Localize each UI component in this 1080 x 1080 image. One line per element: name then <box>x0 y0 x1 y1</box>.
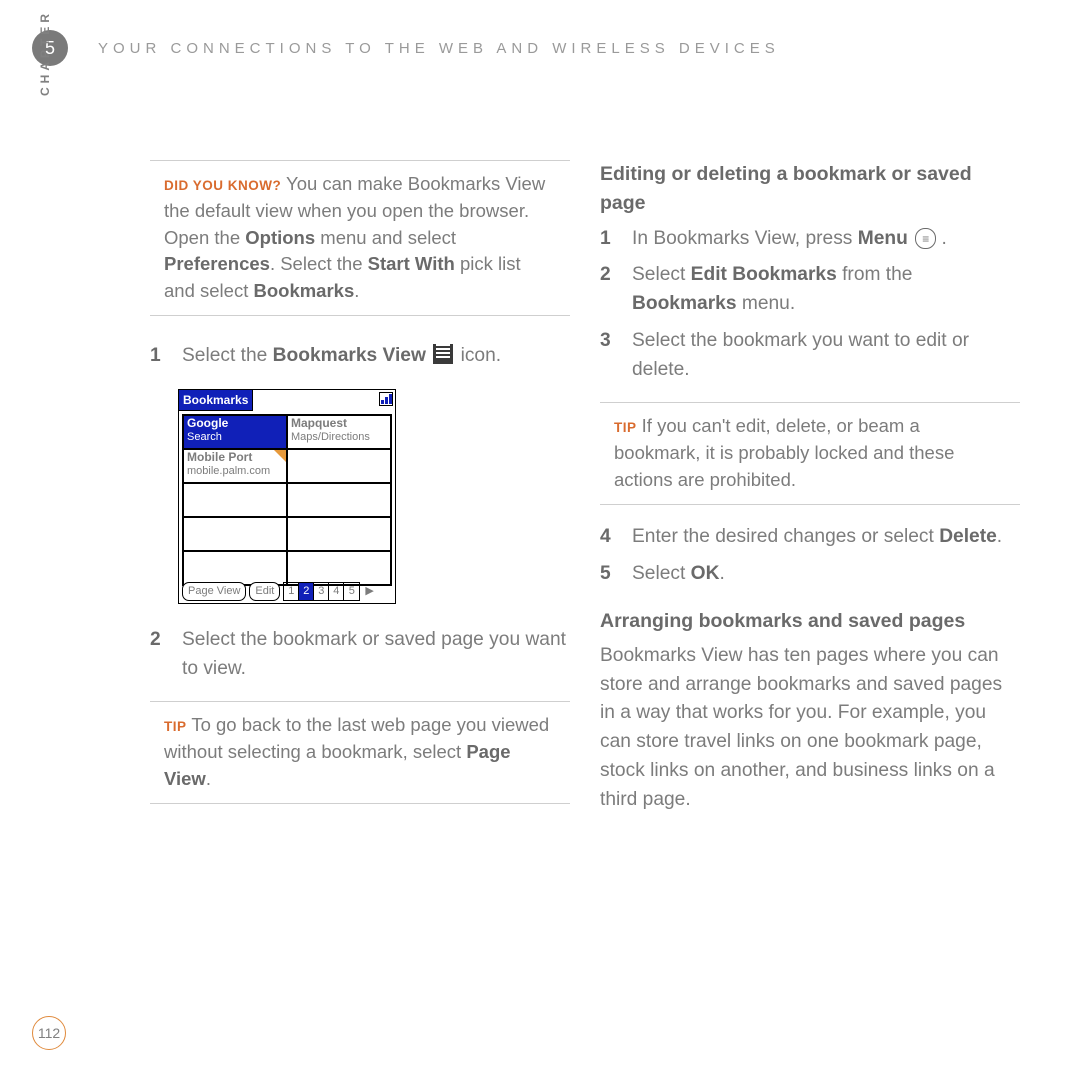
t: from the <box>837 264 913 285</box>
signal-icon <box>379 392 393 406</box>
section-heading-editing: Editing or deleting a bookmark or saved … <box>600 160 1020 219</box>
bookmark-cell-empty[interactable] <box>183 483 287 517</box>
bookmark-cell-mapquest[interactable]: MapquestMaps/Directions <box>287 415 391 449</box>
right-step-3: 3 Select the bookmark you want to edit o… <box>600 327 1020 385</box>
bookmark-cell-mobileport[interactable]: Mobile Portmobile.palm.com <box>183 449 287 483</box>
step-text: Select the bookmark you want to edit or … <box>632 327 1020 385</box>
left-step-1: 1 Select the Bookmarks View icon. <box>150 342 570 371</box>
page-view-button[interactable]: Page View <box>182 582 246 601</box>
right-step-5: 5 Select OK. <box>600 560 1020 589</box>
right-step-4: 4 Enter the desired changes or select De… <box>600 523 1020 552</box>
right-step-1: 1 In Bookmarks View, press Menu ≡ . <box>600 225 1020 254</box>
t: Edit Bookmarks <box>691 264 837 285</box>
dyk-label: DID YOU KNOW? <box>164 178 281 193</box>
t: Menu <box>858 228 908 249</box>
menu-key-icon: ≡ <box>915 228 936 249</box>
page-tabs: 1 2 3 4 5 <box>283 582 360 601</box>
t: Enter the desired changes or select <box>632 526 939 547</box>
dyk-text5: . <box>354 280 359 301</box>
page-tab-5[interactable]: 5 <box>344 583 359 600</box>
page-tab-3[interactable]: 3 <box>314 583 329 600</box>
edit-button[interactable]: Edit <box>249 582 280 601</box>
t: . <box>936 228 947 249</box>
bookmark-cell-empty[interactable] <box>287 449 391 483</box>
t: icon. <box>461 345 502 366</box>
content-area: DID YOU KNOW? You can make Bookmarks Vie… <box>150 160 1050 830</box>
tip-label: TIP <box>614 420 637 435</box>
t: OK <box>691 563 720 584</box>
t: menu. <box>737 293 796 314</box>
t: Bookmarks <box>632 293 737 314</box>
t: Search <box>187 431 283 444</box>
t: Google <box>187 417 283 431</box>
t: Select the <box>182 345 273 366</box>
step-num: 5 <box>600 560 618 589</box>
palm-title: Bookmarks <box>179 390 253 411</box>
did-you-know-callout: DID YOU KNOW? You can make Bookmarks Vie… <box>150 160 570 316</box>
right-step-2: 2 Select Edit Bookmarks from the Bookmar… <box>600 261 1020 319</box>
t: . <box>997 526 1002 547</box>
palm-bottom-bar: Page View Edit 1 2 3 4 5 ▶ <box>182 582 392 601</box>
left-step-2: 2 Select the bookmark or saved page you … <box>150 626 570 684</box>
page-tab-4[interactable]: 4 <box>329 583 344 600</box>
t: Select <box>632 264 691 285</box>
t: . <box>719 563 724 584</box>
saved-page-dogear-icon <box>274 450 286 462</box>
chapter-label-vertical: CHAPTER <box>38 10 52 96</box>
dyk-text3: . Select the <box>270 253 368 274</box>
t: Select <box>632 563 691 584</box>
t: mobile.palm.com <box>187 465 283 478</box>
t: In Bookmarks View, press <box>632 228 858 249</box>
bookmark-cell-empty[interactable] <box>287 551 391 585</box>
tip-text2: . <box>206 768 211 789</box>
step-text: Select Edit Bookmarks from the Bookmarks… <box>632 261 1020 319</box>
dyk-b2: Preferences <box>164 253 270 274</box>
step-num: 2 <box>150 626 168 684</box>
page-number: 112 <box>32 1016 66 1050</box>
right-column: Editing or deleting a bookmark or saved … <box>600 160 1020 830</box>
dyk-b3: Start With <box>368 253 455 274</box>
palm-screenshot: Bookmarks GoogleSearch MapquestMaps/Dire… <box>178 389 396 604</box>
t: Mapquest <box>291 417 387 431</box>
bookmark-cell-empty[interactable] <box>287 483 391 517</box>
bookmark-cell-empty[interactable] <box>183 517 287 551</box>
dyk-b1: Options <box>245 227 315 248</box>
step-num: 4 <box>600 523 618 552</box>
step-text: Select the Bookmarks View icon. <box>182 342 570 371</box>
step-num: 3 <box>600 327 618 385</box>
tip-callout-right: TIP If you can't edit, delete, or beam a… <box>600 402 1020 504</box>
tip-text: If you can't edit, delete, or beam a boo… <box>614 415 954 490</box>
tip-label: TIP <box>164 719 187 734</box>
dyk-text2: menu and select <box>315 227 456 248</box>
t: Mobile Port <box>187 451 283 465</box>
page-next-arrow-icon[interactable]: ▶ <box>365 583 373 600</box>
step-text: Enter the desired changes or select Dele… <box>632 523 1020 552</box>
t: Bookmarks View <box>273 345 426 366</box>
step-num: 1 <box>600 225 618 254</box>
left-column: DID YOU KNOW? You can make Bookmarks Vie… <box>150 160 570 830</box>
step-text: In Bookmarks View, press Menu ≡ . <box>632 225 1020 254</box>
step-num: 1 <box>150 342 168 371</box>
tip-callout: TIP To go back to the last web page you … <box>150 701 570 803</box>
bookmark-cell-empty[interactable] <box>287 517 391 551</box>
page-header: YOUR CONNECTIONS TO THE WEB AND WIRELESS… <box>98 40 780 57</box>
page-tab-1[interactable]: 1 <box>284 583 299 600</box>
t: Maps/Directions <box>291 431 387 444</box>
section-heading-arranging: Arranging bookmarks and saved pages <box>600 607 1020 636</box>
palm-bookmark-grid: GoogleSearch MapquestMaps/Directions Mob… <box>182 414 392 586</box>
bookmarks-view-icon <box>433 344 453 364</box>
step-text: Select OK. <box>632 560 1020 589</box>
step-text: Select the bookmark or saved page you wa… <box>182 626 570 684</box>
bookmark-cell-empty[interactable] <box>183 551 287 585</box>
t: Delete <box>939 526 997 547</box>
step-num: 2 <box>600 261 618 319</box>
arranging-paragraph: Bookmarks View has ten pages where you c… <box>600 642 1020 815</box>
page-tab-2[interactable]: 2 <box>299 583 314 600</box>
bookmark-cell-google[interactable]: GoogleSearch <box>183 415 287 449</box>
dyk-b4: Bookmarks <box>253 280 354 301</box>
